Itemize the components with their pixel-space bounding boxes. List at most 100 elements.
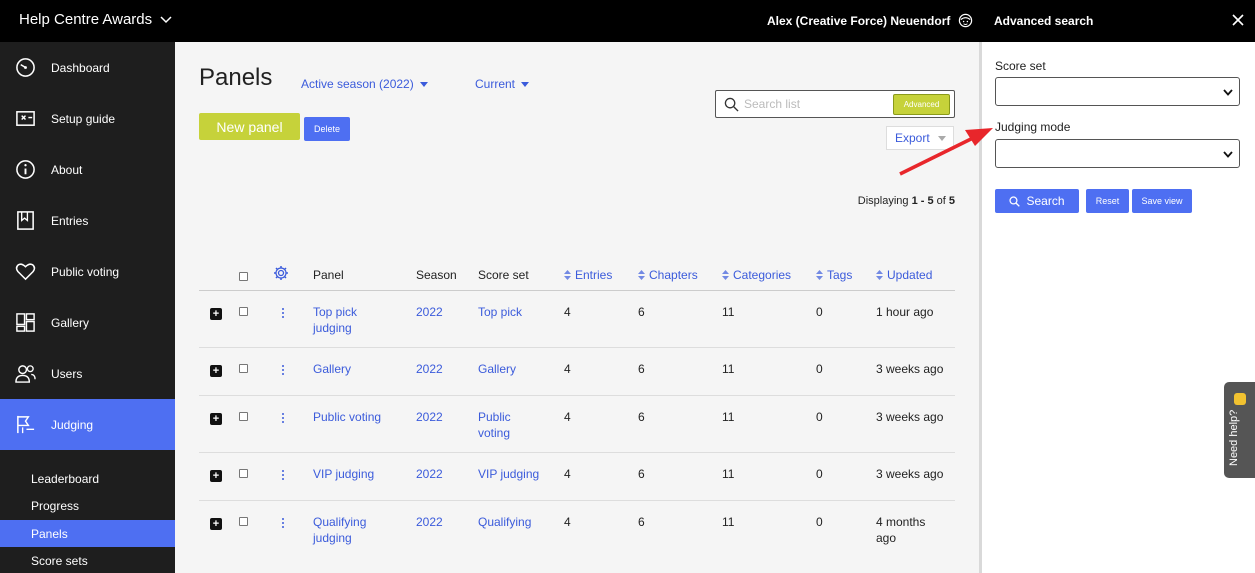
updated-time: 4 months ago bbox=[876, 515, 926, 545]
sidebar-item-gallery[interactable]: Gallery bbox=[0, 297, 175, 348]
sidebar-item-entries[interactable]: Entries bbox=[0, 195, 175, 246]
sidebar: Dashboard Setup guide About Entries Publ… bbox=[0, 42, 175, 573]
judging-mode-select[interactable] bbox=[995, 139, 1240, 168]
score-set-link[interactable]: Top pick bbox=[478, 304, 548, 320]
search-button[interactable]: Search bbox=[995, 189, 1079, 213]
sidebar-subitem-score-sets[interactable]: Score sets bbox=[0, 547, 175, 573]
panel-link[interactable]: Qualifying judging bbox=[313, 514, 393, 546]
sidebar-subitem-panels[interactable]: Panels bbox=[0, 520, 175, 547]
season-link[interactable]: 2022 bbox=[416, 361, 443, 377]
sidebar-item-public-voting[interactable]: Public voting bbox=[0, 246, 175, 297]
sidebar-item-label: Public voting bbox=[51, 264, 120, 279]
advanced-search-panel: Advanced search Score set Judging mode S… bbox=[979, 0, 1255, 573]
row-checkbox[interactable] bbox=[239, 364, 248, 373]
delete-button[interactable]: Delete bbox=[304, 117, 350, 141]
sidebar-subitem-progress[interactable]: Progress bbox=[0, 492, 175, 519]
close-icon[interactable] bbox=[1231, 13, 1245, 27]
entries-count: 4 bbox=[564, 410, 571, 424]
row-checkbox[interactable] bbox=[239, 412, 248, 421]
expand-icon[interactable]: + bbox=[210, 365, 222, 377]
entries-count: 4 bbox=[564, 515, 571, 529]
row-actions-icon[interactable] bbox=[281, 470, 285, 482]
entries-count: 4 bbox=[564, 362, 571, 376]
sidebar-item-users[interactable]: Users bbox=[0, 348, 175, 399]
row-actions-icon[interactable] bbox=[281, 365, 285, 377]
advanced-search-header: Advanced search bbox=[979, 0, 1255, 42]
info-icon bbox=[16, 160, 35, 179]
need-help-label: Need help? bbox=[1228, 409, 1240, 466]
status-filter-dropdown[interactable]: Current bbox=[475, 77, 530, 91]
export-dropdown[interactable]: Export bbox=[886, 126, 954, 150]
page-title: Panels bbox=[199, 64, 273, 91]
panel-link[interactable]: Gallery bbox=[313, 361, 393, 377]
sidebar-item-setup-guide[interactable]: Setup guide bbox=[0, 93, 175, 144]
season-link[interactable]: 2022 bbox=[416, 304, 443, 320]
season-link[interactable]: 2022 bbox=[416, 466, 443, 482]
entries-count: 4 bbox=[564, 467, 571, 481]
column-header-categories[interactable]: Categories bbox=[722, 268, 791, 282]
sort-icon bbox=[638, 270, 645, 280]
table-row: + Public voting 2022 Public voting 4 6 1… bbox=[199, 396, 955, 453]
column-header-entries[interactable]: Entries bbox=[564, 268, 612, 282]
sidebar-item-about[interactable]: About bbox=[0, 144, 175, 195]
column-header-tags[interactable]: Tags bbox=[816, 268, 852, 282]
app-switcher[interactable]: Help Centre Awards bbox=[19, 11, 172, 28]
row-checkbox[interactable] bbox=[239, 469, 248, 478]
score-set-select[interactable] bbox=[995, 77, 1240, 106]
categories-count: 11 bbox=[722, 362, 735, 376]
column-header-chapters[interactable]: Chapters bbox=[638, 268, 698, 282]
tags-count: 0 bbox=[816, 305, 823, 319]
categories-count: 11 bbox=[722, 467, 735, 481]
sidebar-item-label: About bbox=[51, 162, 83, 177]
displaying-middle: of bbox=[933, 195, 949, 207]
table-row: + Qualifying judging 2022 Qualifying 4 6… bbox=[199, 501, 955, 558]
search-button-label: Search bbox=[1026, 194, 1065, 208]
reset-button[interactable]: Reset bbox=[1086, 189, 1129, 213]
sidebar-subitem-leaderboard[interactable]: Leaderboard bbox=[0, 465, 175, 492]
expand-icon[interactable]: + bbox=[210, 308, 222, 320]
score-set-link[interactable]: Public voting bbox=[478, 409, 518, 441]
row-actions-icon[interactable] bbox=[281, 518, 285, 530]
expand-icon[interactable]: + bbox=[210, 413, 222, 425]
row-checkbox[interactable] bbox=[239, 307, 248, 316]
sidebar-item-label: Entries bbox=[51, 213, 89, 228]
score-set-link[interactable]: VIP judging bbox=[478, 466, 548, 482]
avatar-icon bbox=[959, 13, 973, 28]
flag-icon bbox=[17, 415, 35, 434]
entries-count: 4 bbox=[564, 305, 571, 319]
save-view-button[interactable]: Save view bbox=[1132, 189, 1192, 213]
expand-icon[interactable]: + bbox=[210, 470, 222, 482]
search-icon bbox=[724, 97, 739, 112]
expand-icon[interactable]: + bbox=[210, 518, 222, 530]
need-help-tab[interactable]: Need help? bbox=[1224, 382, 1255, 478]
row-actions-icon[interactable] bbox=[281, 308, 285, 320]
season-link[interactable]: 2022 bbox=[416, 514, 443, 530]
setup-guide-icon bbox=[16, 111, 35, 126]
row-checkbox[interactable] bbox=[239, 517, 248, 526]
score-set-label: Score set bbox=[995, 59, 1046, 73]
season-filter-dropdown[interactable]: Active season (2022) bbox=[301, 77, 428, 91]
new-panel-button[interactable]: New panel bbox=[199, 113, 300, 140]
gallery-icon bbox=[16, 313, 35, 332]
status-filter-label: Current bbox=[475, 77, 516, 91]
panel-link[interactable]: Public voting bbox=[313, 409, 393, 425]
sidebar-item-dashboard[interactable]: Dashboard bbox=[0, 42, 175, 93]
updated-time: 1 hour ago bbox=[876, 305, 934, 319]
gear-icon[interactable] bbox=[273, 265, 289, 281]
top-bar: Help Centre Awards Alex (Creative Force)… bbox=[0, 0, 979, 42]
sidebar-item-judging[interactable]: Judging bbox=[0, 399, 175, 450]
tags-count: 0 bbox=[816, 467, 823, 481]
user-menu[interactable]: Alex (Creative Force) Neuendorf bbox=[767, 13, 973, 28]
column-header-updated[interactable]: Updated bbox=[876, 268, 932, 282]
heart-icon bbox=[15, 263, 36, 281]
panel-link[interactable]: Top pick judging bbox=[313, 304, 393, 336]
displaying-prefix: Displaying bbox=[857, 195, 912, 207]
panel-link[interactable]: VIP judging bbox=[313, 466, 393, 482]
advanced-search-button[interactable]: Advanced bbox=[893, 94, 950, 115]
select-all-checkbox[interactable] bbox=[239, 272, 248, 281]
score-set-link[interactable]: Qualifying bbox=[478, 514, 548, 530]
score-set-link[interactable]: Gallery bbox=[478, 361, 548, 377]
season-link[interactable]: 2022 bbox=[416, 409, 443, 425]
search-input[interactable] bbox=[744, 95, 889, 113]
row-actions-icon[interactable] bbox=[281, 413, 285, 425]
